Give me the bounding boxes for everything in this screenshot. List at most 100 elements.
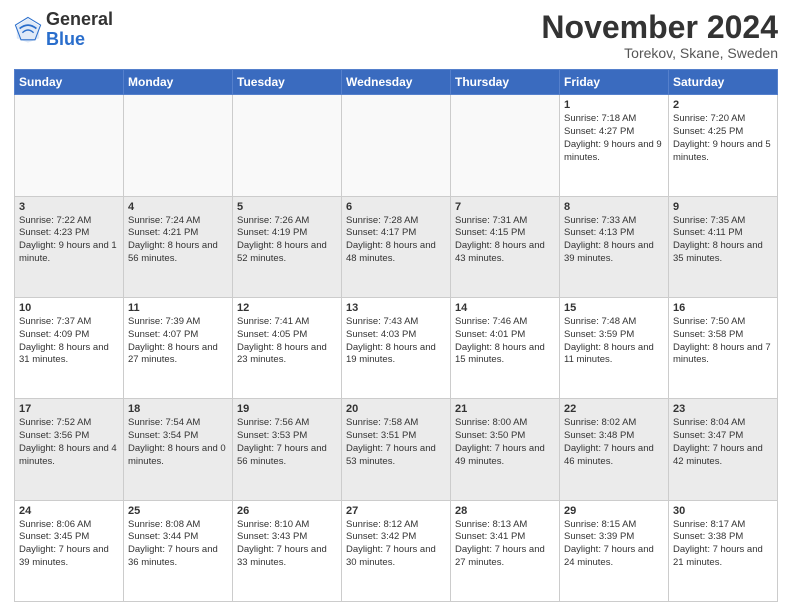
day-info: Sunrise: 7:46 AM Sunset: 4:01 PM Dayligh…	[455, 316, 555, 367]
day-number: 23	[673, 403, 773, 415]
calendar-cell: 16Sunrise: 7:50 AM Sunset: 3:58 PM Dayli…	[669, 297, 778, 398]
day-info: Sunrise: 8:13 AM Sunset: 3:41 PM Dayligh…	[455, 519, 555, 570]
calendar-cell: 3 Sunrise: 7:22 AM Sunset: 4:23 PM Daylig…	[15, 196, 124, 297]
day-number: 30	[673, 505, 773, 517]
day-number: 12	[237, 302, 337, 314]
day-number: 24	[19, 505, 119, 517]
day-number: 1	[564, 99, 664, 111]
day-number: 4	[128, 201, 228, 213]
day-info: Sunrise: 8:06 AM Sunset: 3:45 PM Dayligh…	[19, 519, 119, 570]
week-row-4: 17 Sunrise: 7:52 AM Sunset: 3:56 PM Dayli…	[15, 399, 778, 500]
calendar-cell: 26 Sunrise: 8:10 AM Sunset: 3:43 PM Dayli…	[233, 500, 342, 601]
calendar-cell: 7Sunrise: 7:31 AM Sunset: 4:15 PM Daylig…	[451, 196, 560, 297]
day-number: 13	[346, 302, 446, 314]
calendar-cell: 12 Sunrise: 7:41 AM Sunset: 4:05 PM Dayli…	[233, 297, 342, 398]
week-row-3: 10 Sunrise: 7:37 AM Sunset: 4:09 PM Dayli…	[15, 297, 778, 398]
day-number: 22	[564, 403, 664, 415]
calendar-cell: 28 Sunrise: 8:13 AM Sunset: 3:41 PM Dayli…	[451, 500, 560, 601]
calendar-cell: 23 Sunrise: 8:04 AM Sunset: 3:47 PM Dayli…	[669, 399, 778, 500]
calendar-table: Sunday Monday Tuesday Wednesday Thursday…	[14, 69, 778, 602]
day-info: Sunrise: 7:20 AM Sunset: 4:25 PM Dayligh…	[673, 113, 773, 164]
calendar-cell: 27 Sunrise: 8:12 AM Sunset: 3:42 PM Dayli…	[342, 500, 451, 601]
location: Torekov, Skane, Sweden	[541, 45, 778, 61]
calendar-cell: 24 Sunrise: 8:06 AM Sunset: 3:45 PM Dayli…	[15, 500, 124, 601]
calendar-cell: 25Sunrise: 8:08 AM Sunset: 3:44 PM Dayli…	[124, 500, 233, 601]
day-number: 6	[346, 201, 446, 213]
day-number: 20	[346, 403, 446, 415]
day-number: 19	[237, 403, 337, 415]
calendar-cell: 20 Sunrise: 7:58 AM Sunset: 3:51 PM Dayli…	[342, 399, 451, 500]
col-wednesday: Wednesday	[342, 70, 451, 95]
calendar-cell: 8 Sunrise: 7:33 AM Sunset: 4:13 PM Daylig…	[560, 196, 669, 297]
day-number: 11	[128, 302, 228, 314]
day-number: 8	[564, 201, 664, 213]
logo-text: General Blue	[46, 10, 113, 50]
day-number: 3	[19, 201, 119, 213]
calendar-cell: 21 Sunrise: 8:00 AM Sunset: 3:50 PM Dayli…	[451, 399, 560, 500]
day-number: 5	[237, 201, 337, 213]
day-info: Sunrise: 8:12 AM Sunset: 3:42 PM Dayligh…	[346, 519, 446, 570]
col-thursday: Thursday	[451, 70, 560, 95]
day-info: Sunrise: 7:58 AM Sunset: 3:51 PM Dayligh…	[346, 417, 446, 468]
day-info: Sunrise: 7:39 AM Sunset: 4:07 PM Dayligh…	[128, 316, 228, 367]
calendar-cell: 14 Sunrise: 7:46 AM Sunset: 4:01 PM Dayli…	[451, 297, 560, 398]
logo-icon	[14, 16, 42, 44]
calendar-cell	[233, 95, 342, 196]
calendar-cell: 22 Sunrise: 8:02 AM Sunset: 3:48 PM Dayli…	[560, 399, 669, 500]
day-info: Sunrise: 7:41 AM Sunset: 4:05 PM Dayligh…	[237, 316, 337, 367]
day-info: Sunrise: 7:31 AM Sunset: 4:15 PM Dayligh…	[455, 215, 555, 266]
calendar-cell: 5 Sunrise: 7:26 AM Sunset: 4:19 PM Daylig…	[233, 196, 342, 297]
calendar-cell: 1 Sunrise: 7:18 AM Sunset: 4:27 PM Daylig…	[560, 95, 669, 196]
day-number: 9	[673, 201, 773, 213]
logo: General Blue	[14, 10, 113, 50]
day-info: Sunrise: 8:04 AM Sunset: 3:47 PM Dayligh…	[673, 417, 773, 468]
page: General Blue November 2024 Torekov, Skan…	[0, 0, 792, 612]
day-info: Sunrise: 7:54 AM Sunset: 3:54 PM Dayligh…	[128, 417, 228, 468]
calendar-cell	[451, 95, 560, 196]
day-info: Sunrise: 7:50 AM Sunset: 3:58 PM Dayligh…	[673, 316, 773, 367]
day-number: 15	[564, 302, 664, 314]
day-number: 26	[237, 505, 337, 517]
header: General Blue November 2024 Torekov, Skan…	[14, 10, 778, 61]
calendar-cell: 19 Sunrise: 7:56 AM Sunset: 3:53 PM Dayli…	[233, 399, 342, 500]
day-info: Sunrise: 7:24 AM Sunset: 4:21 PM Dayligh…	[128, 215, 228, 266]
calendar-cell: 2Sunrise: 7:20 AM Sunset: 4:25 PM Daylig…	[669, 95, 778, 196]
day-info: Sunrise: 8:00 AM Sunset: 3:50 PM Dayligh…	[455, 417, 555, 468]
day-number: 18	[128, 403, 228, 415]
day-info: Sunrise: 7:43 AM Sunset: 4:03 PM Dayligh…	[346, 316, 446, 367]
day-info: Sunrise: 7:37 AM Sunset: 4:09 PM Dayligh…	[19, 316, 119, 367]
day-info: Sunrise: 7:35 AM Sunset: 4:11 PM Dayligh…	[673, 215, 773, 266]
day-number: 28	[455, 505, 555, 517]
day-info: Sunrise: 7:26 AM Sunset: 4:19 PM Dayligh…	[237, 215, 337, 266]
calendar-header-row: Sunday Monday Tuesday Wednesday Thursday…	[15, 70, 778, 95]
day-number: 10	[19, 302, 119, 314]
calendar-cell	[15, 95, 124, 196]
day-number: 21	[455, 403, 555, 415]
day-info: Sunrise: 7:18 AM Sunset: 4:27 PM Dayligh…	[564, 113, 664, 164]
col-saturday: Saturday	[669, 70, 778, 95]
calendar-cell	[124, 95, 233, 196]
col-sunday: Sunday	[15, 70, 124, 95]
day-number: 17	[19, 403, 119, 415]
day-info: Sunrise: 7:33 AM Sunset: 4:13 PM Dayligh…	[564, 215, 664, 266]
day-number: 14	[455, 302, 555, 314]
week-row-2: 3 Sunrise: 7:22 AM Sunset: 4:23 PM Daylig…	[15, 196, 778, 297]
day-info: Sunrise: 8:17 AM Sunset: 3:38 PM Dayligh…	[673, 519, 773, 570]
day-info: Sunrise: 8:02 AM Sunset: 3:48 PM Dayligh…	[564, 417, 664, 468]
week-row-1: 1 Sunrise: 7:18 AM Sunset: 4:27 PM Daylig…	[15, 95, 778, 196]
day-number: 27	[346, 505, 446, 517]
calendar-cell: 15Sunrise: 7:48 AM Sunset: 3:59 PM Dayli…	[560, 297, 669, 398]
logo-blue: Blue	[46, 29, 85, 49]
logo-general: General	[46, 9, 113, 29]
month-title: November 2024	[541, 10, 778, 45]
day-info: Sunrise: 8:10 AM Sunset: 3:43 PM Dayligh…	[237, 519, 337, 570]
col-tuesday: Tuesday	[233, 70, 342, 95]
day-info: Sunrise: 8:08 AM Sunset: 3:44 PM Dayligh…	[128, 519, 228, 570]
day-info: Sunrise: 7:22 AM Sunset: 4:23 PM Dayligh…	[19, 215, 119, 266]
calendar-cell: 29 Sunrise: 8:15 AM Sunset: 3:39 PM Dayli…	[560, 500, 669, 601]
day-info: Sunrise: 7:56 AM Sunset: 3:53 PM Dayligh…	[237, 417, 337, 468]
day-info: Sunrise: 7:52 AM Sunset: 3:56 PM Dayligh…	[19, 417, 119, 468]
day-number: 29	[564, 505, 664, 517]
day-info: Sunrise: 8:15 AM Sunset: 3:39 PM Dayligh…	[564, 519, 664, 570]
col-friday: Friday	[560, 70, 669, 95]
